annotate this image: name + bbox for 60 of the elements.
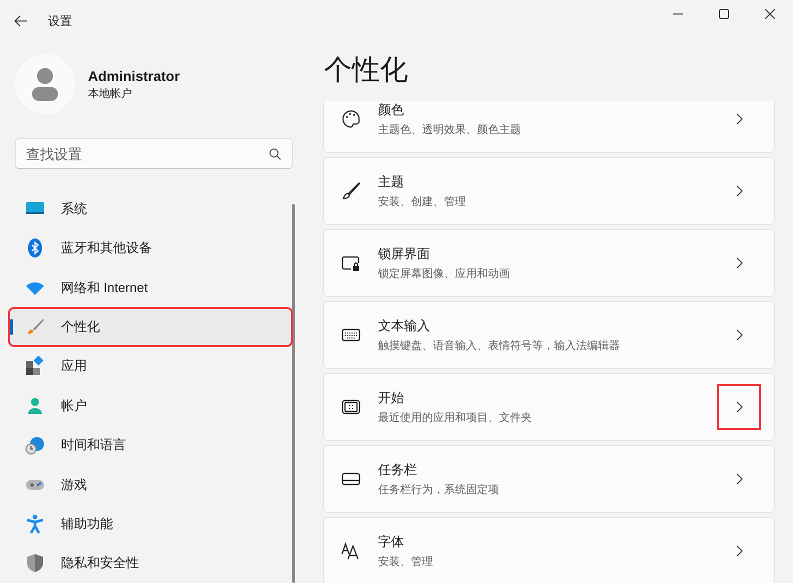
- apps-icon: [25, 356, 45, 376]
- scrollbar[interactable]: [292, 204, 295, 583]
- card-subtitle: 最近使用的应用和项目、文件夹: [378, 410, 533, 425]
- card-title: 字体: [378, 533, 405, 551]
- settings-card[interactable]: 任务栏 任务栏行为，系统固定项: [323, 445, 775, 513]
- settings-card[interactable]: 主题 安装、创建、管理: [323, 157, 775, 225]
- card-title: 开始: [378, 389, 405, 407]
- chevron-right-icon: [736, 473, 742, 485]
- card-subtitle: 触摸键盘、语音输入、表情符号等，输入法编辑器: [378, 338, 621, 353]
- nav-item[interactable]: 个性化: [10, 309, 291, 345]
- nav-item[interactable]: 辅助功能: [10, 506, 291, 542]
- settings-card[interactable]: 字体 安装、管理: [323, 517, 775, 583]
- chevron-right-icon: [736, 329, 742, 341]
- person-icon: [25, 396, 45, 416]
- shield-icon: [25, 553, 45, 574]
- card-title: 任务栏: [378, 461, 418, 479]
- bluetooth-icon: [25, 238, 45, 258]
- card-subtitle: 安装、管理: [378, 554, 434, 569]
- card-subtitle: 安装、创建、管理: [378, 194, 467, 209]
- paintbrush-icon: [341, 181, 361, 201]
- chevron-button[interactable]: [718, 385, 760, 429]
- back-icon[interactable]: [14, 15, 28, 27]
- chevron-right-icon: [736, 545, 742, 557]
- chevron-right-icon: [736, 185, 742, 197]
- nav-item[interactable]: 网络和 Internet: [10, 270, 291, 306]
- settings-card[interactable]: 颜色 主题色、透明效果、颜色主题: [323, 101, 775, 153]
- settings-card[interactable]: 开始 最近使用的应用和项目、文件夹: [323, 373, 775, 441]
- search-icon[interactable]: [269, 148, 281, 160]
- window-title: 设置: [48, 12, 72, 30]
- account-name: Administrator: [88, 68, 180, 84]
- chevron-right-icon: [736, 257, 742, 269]
- chevron-right-icon: [736, 113, 742, 125]
- palette-icon: [341, 109, 361, 129]
- nav-item[interactable]: 游戏: [10, 466, 291, 502]
- globe-clock-icon: [25, 435, 45, 456]
- card-subtitle: 主题色、透明效果、颜色主题: [378, 122, 522, 137]
- maximize-icon: [719, 9, 729, 19]
- font-icon: [341, 541, 361, 561]
- settings-card[interactable]: 锁屏界面 锁定屏幕图像、应用和动画: [323, 229, 775, 297]
- nav-item[interactable]: 帐户: [10, 388, 291, 424]
- card-title: 颜色: [378, 101, 405, 119]
- nav-item[interactable]: 蓝牙和其他设备: [10, 230, 291, 266]
- page-title: 个性化: [324, 53, 409, 87]
- card-subtitle: 任务栏行为，系统固定项: [378, 482, 500, 497]
- card-title: 锁屏界面: [378, 245, 431, 263]
- accessibility-icon: [25, 514, 45, 534]
- card-title: 文本输入: [378, 317, 431, 335]
- nav-item[interactable]: 应用: [10, 348, 291, 384]
- settings-card[interactable]: 文本输入 触摸键盘、语音输入、表情符号等，输入法编辑器: [323, 301, 775, 369]
- card-title: 主题: [378, 173, 405, 191]
- start-menu-icon: [341, 397, 361, 417]
- paintbrush-icon: [25, 316, 45, 337]
- account-type: 本地帐户: [88, 86, 133, 100]
- close-icon: [765, 9, 775, 19]
- search-field[interactable]: 查找设置: [15, 138, 293, 169]
- nav-item[interactable]: 隐私和安全性: [10, 546, 291, 582]
- chevron-right-icon: [736, 401, 742, 413]
- nav-item[interactable]: 时间和语言: [10, 427, 291, 463]
- card-subtitle: 锁定屏幕图像、应用和动画: [378, 266, 511, 281]
- nav-item[interactable]: 系统: [10, 191, 291, 226]
